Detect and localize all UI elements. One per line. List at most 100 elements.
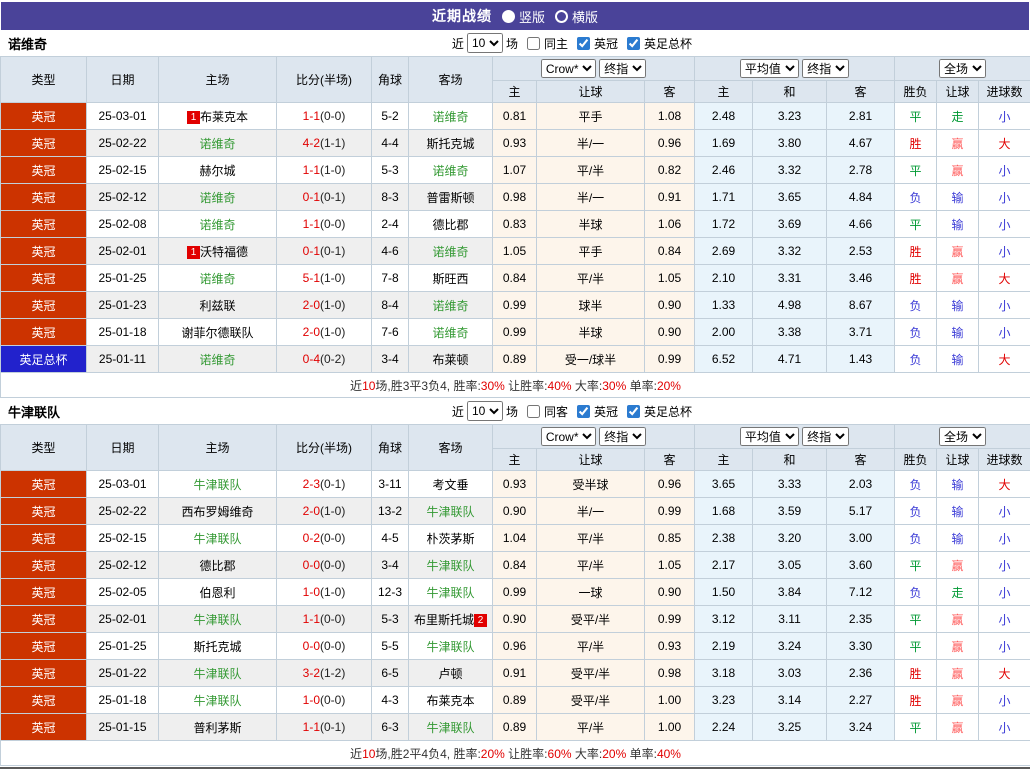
team-link[interactable]: 诺维奇: [432, 245, 468, 259]
away-team-cell: 布莱顿: [409, 346, 493, 373]
same-home-checkbox[interactable]: [527, 37, 540, 50]
team-link[interactable]: 牛津联队: [193, 478, 241, 492]
team-link[interactable]: 牛津联队: [426, 586, 474, 600]
score-cell: 0-1(0-1): [277, 184, 372, 211]
away-team-cell: 普雷斯顿: [409, 184, 493, 211]
team-link[interactable]: 诺维奇: [432, 110, 468, 124]
team-link[interactable]: 牛津联队: [193, 667, 241, 681]
team-link[interactable]: 牛津联队: [426, 505, 474, 519]
radio-unselected-icon[interactable]: [555, 10, 568, 23]
eu-home-odds: 1.33: [695, 292, 753, 319]
away-team-cell: 诺维奇: [409, 319, 493, 346]
fa-cup-checkbox[interactable]: [627, 37, 640, 50]
team-link[interactable]: 牛津联队: [426, 559, 474, 573]
eu-away-odds: 4.67: [827, 130, 895, 157]
bookmaker-select[interactable]: Crow*: [541, 427, 596, 446]
eu-away-odds: 2.53: [827, 238, 895, 265]
average-select[interactable]: 平均值: [740, 59, 799, 78]
team-link[interactable]: 布莱顿: [432, 353, 468, 367]
odds-time-select[interactable]: 终指: [599, 59, 646, 78]
eu-home-odds: 2.10: [695, 265, 753, 292]
corner-score: 6-5: [372, 660, 409, 687]
team-link[interactable]: 考文垂: [432, 478, 468, 492]
recent-count-select[interactable]: 10: [467, 401, 503, 421]
bookmaker-select[interactable]: Crow*: [541, 59, 596, 78]
team-link[interactable]: 诺维奇: [199, 353, 235, 367]
result-group: 全场: [895, 425, 1030, 449]
team-link[interactable]: 诺维奇: [199, 191, 235, 205]
team-link[interactable]: 布里斯托城: [414, 613, 474, 627]
odds-time-select[interactable]: 终指: [599, 427, 646, 446]
result-outcome: 平: [895, 103, 937, 130]
team-link[interactable]: 诺维奇: [199, 272, 235, 286]
team-link[interactable]: 诺维奇: [432, 299, 468, 313]
team-link[interactable]: 牛津联队: [193, 613, 241, 627]
odds-time-select2[interactable]: 终指: [802, 427, 849, 446]
halftime-score: (1-0): [320, 163, 345, 177]
league-championship-checkbox[interactable]: [577, 37, 590, 50]
team-link[interactable]: 德比郡: [199, 559, 235, 573]
team-link[interactable]: 谢菲尔德联队: [181, 326, 253, 340]
col-corner: 角球: [372, 425, 409, 471]
team-link[interactable]: 普雷斯顿: [426, 191, 474, 205]
eu-away-odds: 3.24: [827, 714, 895, 741]
team-link[interactable]: 利兹联: [199, 299, 235, 313]
team-link[interactable]: 牛津联队: [426, 640, 474, 654]
table-row: 英冠 25-02-22 西布罗姆维奇 2-0(1-0) 13-2 牛津联队 0.…: [1, 498, 1030, 525]
same-away-checkbox[interactable]: [527, 405, 540, 418]
match-type-badge: 英冠: [1, 552, 87, 579]
eu-draw-odds: 3.11: [753, 606, 827, 633]
near-label: 近: [452, 35, 464, 52]
team-link[interactable]: 诺维奇: [199, 218, 235, 232]
full-match-select[interactable]: 全场: [939, 427, 986, 446]
team-link[interactable]: 伯恩利: [199, 586, 235, 600]
asia-home-odds: 0.93: [493, 471, 537, 498]
vertical-layout-radio[interactable]: 竖版: [502, 7, 545, 26]
filter-controls: 近 10 场 同主 英冠 英足总杯: [452, 33, 692, 53]
fulltime-score: 0-1: [303, 244, 320, 258]
horizontal-layout-radio[interactable]: 横版: [555, 7, 598, 26]
away-team-cell: 诺维奇: [409, 157, 493, 184]
match-date: 25-02-12: [87, 552, 159, 579]
result-outcome: 负: [895, 579, 937, 606]
team-link[interactable]: 牛津联队: [193, 694, 241, 708]
odds-time-select2[interactable]: 终指: [802, 59, 849, 78]
team-link[interactable]: 德比郡: [432, 218, 468, 232]
table-row: 英冠 25-01-25 诺维奇 5-1(1-0) 7-8 斯旺西 0.84 平/…: [1, 265, 1030, 292]
eu-draw-odds: 3.32: [753, 238, 827, 265]
result-goals: 小: [979, 579, 1030, 606]
eu-home-odds: 3.12: [695, 606, 753, 633]
eu-away-odds: 2.78: [827, 157, 895, 184]
team-link[interactable]: 布莱克本: [426, 694, 474, 708]
fa-cup-checkbox[interactable]: [627, 405, 640, 418]
page-title: 近期战绩: [432, 6, 492, 26]
eu-home-odds: 3.65: [695, 471, 753, 498]
league-championship-checkbox[interactable]: [577, 405, 590, 418]
eu-home-odds: 6.52: [695, 346, 753, 373]
team-link[interactable]: 西布罗姆维奇: [181, 505, 253, 519]
average-select[interactable]: 平均值: [740, 427, 799, 446]
team-link[interactable]: 普利茅斯: [193, 721, 241, 735]
corner-score: 5-3: [372, 157, 409, 184]
team-link[interactable]: 布莱克本: [200, 110, 248, 124]
table-row: 英冠 25-01-18 谢菲尔德联队 2-0(1-0) 7-6 诺维奇 0.99…: [1, 319, 1030, 346]
team-link[interactable]: 斯旺西: [432, 272, 468, 286]
recent-count-select[interactable]: 10: [467, 33, 503, 53]
team-link[interactable]: 牛津联队: [426, 721, 474, 735]
asia-away-odds: 0.96: [645, 471, 695, 498]
team-link[interactable]: 赫尔城: [199, 164, 235, 178]
team-link[interactable]: 斯托克城: [426, 137, 474, 151]
team-link[interactable]: 朴茨茅斯: [426, 532, 474, 546]
radio-selected-icon[interactable]: [502, 10, 515, 23]
asia-home-odds: 1.04: [493, 525, 537, 552]
team-link[interactable]: 斯托克城: [193, 640, 241, 654]
full-match-select[interactable]: 全场: [939, 59, 986, 78]
team-link[interactable]: 诺维奇: [199, 137, 235, 151]
team-link[interactable]: 牛津联队: [193, 532, 241, 546]
team-link[interactable]: 沃特福德: [200, 245, 248, 259]
team-link[interactable]: 诺维奇: [432, 326, 468, 340]
team-link[interactable]: 诺维奇: [432, 164, 468, 178]
team-link[interactable]: 卢顿: [438, 667, 462, 681]
eu-draw-odds: 3.80: [753, 130, 827, 157]
asia-away-odds: 0.91: [645, 184, 695, 211]
